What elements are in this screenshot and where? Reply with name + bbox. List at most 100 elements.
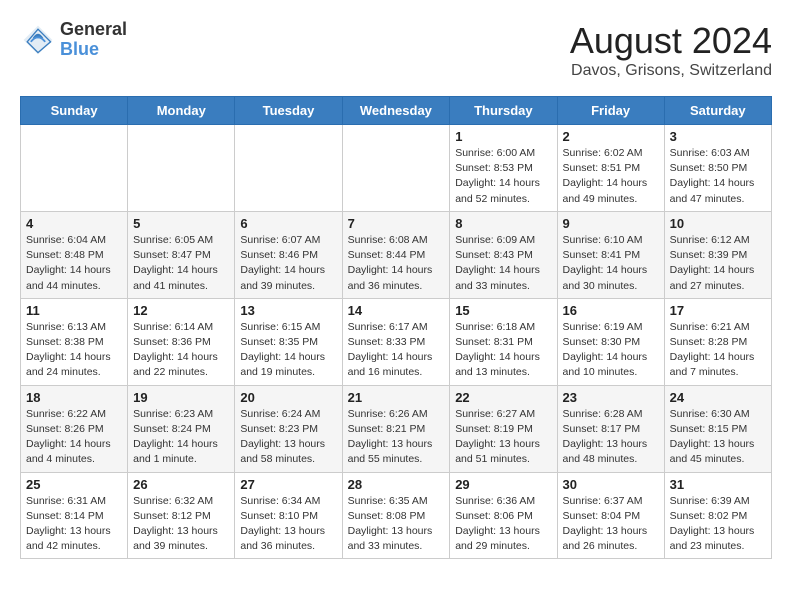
day-info: Sunrise: 6:22 AMSunset: 8:26 PMDaylight:… — [26, 407, 122, 468]
day-cell: 2 Sunrise: 6:02 AMSunset: 8:51 PMDaylight… — [557, 125, 664, 212]
column-header-monday: Monday — [128, 97, 235, 125]
column-header-thursday: Thursday — [450, 97, 557, 125]
week-row-5: 25Sunrise: 6:31 AMSunset: 8:14 PMDayligh… — [21, 472, 772, 559]
day-info: Sunrise: 6:26 AMSunset: 8:21 PMDaylight:… — [348, 407, 445, 468]
day-cell: 28 Sunrise: 6:35 AMSunset: 8:08 PMDayligh… — [342, 472, 450, 559]
day-info: Sunrise: 6:37 AMSunset: 8:04 PMDaylight:… — [563, 494, 659, 555]
day-cell: 22 Sunrise: 6:27 AMSunset: 8:19 PMDayligh… — [450, 385, 557, 472]
calendar-table: SundayMondayTuesdayWednesdayThursdayFrid… — [20, 96, 772, 559]
day-info: Sunrise: 6:27 AMSunset: 8:19 PMDaylight:… — [455, 407, 551, 468]
day-info: Sunrise: 6:30 AMSunset: 8:15 PMDaylight:… — [670, 407, 766, 468]
logo-text: General Blue — [60, 20, 127, 60]
day-info: Sunrise: 6:24 AMSunset: 8:23 PMDaylight:… — [240, 407, 336, 468]
day-cell: 13 Sunrise: 6:15 AMSunset: 8:35 PMDayligh… — [235, 298, 342, 385]
day-number: 27 — [240, 477, 336, 492]
day-number: 24 — [670, 390, 766, 405]
day-cell: 18 Sunrise: 6:22 AMSunset: 8:26 PMDayligh… — [21, 385, 128, 472]
header-row: SundayMondayTuesdayWednesdayThursdayFrid… — [21, 97, 772, 125]
day-info: Sunrise: 6:14 AMSunset: 8:36 PMDaylight:… — [133, 320, 229, 381]
day-cell: 3 Sunrise: 6:03 AMSunset: 8:50 PMDaylight… — [664, 125, 771, 212]
day-number: 8 — [455, 216, 551, 231]
day-cell — [128, 125, 235, 212]
day-number: 20 — [240, 390, 336, 405]
column-header-wednesday: Wednesday — [342, 97, 450, 125]
day-info: Sunrise: 6:08 AMSunset: 8:44 PMDaylight:… — [348, 233, 445, 294]
day-cell: 5 Sunrise: 6:05 AMSunset: 8:47 PMDaylight… — [128, 211, 235, 298]
day-number: 31 — [670, 477, 766, 492]
day-info: Sunrise: 6:10 AMSunset: 8:41 PMDaylight:… — [563, 233, 659, 294]
title-block: August 2024 Davos, Grisons, Switzerland — [570, 20, 772, 80]
logo: General Blue — [20, 20, 127, 60]
day-cell: 11 Sunrise: 6:13 AMSunset: 8:38 PMDayligh… — [21, 298, 128, 385]
day-number: 3 — [670, 129, 766, 144]
day-info: Sunrise: 6:23 AMSunset: 8:24 PMDaylight:… — [133, 407, 229, 468]
day-cell: 30 Sunrise: 6:37 AMSunset: 8:04 PMDayligh… — [557, 472, 664, 559]
calendar-header: SundayMondayTuesdayWednesdayThursdayFrid… — [21, 97, 772, 125]
day-number: 1 — [455, 129, 551, 144]
day-cell — [235, 125, 342, 212]
day-number: 30 — [563, 477, 659, 492]
day-number: 21 — [348, 390, 445, 405]
day-cell: 23 Sunrise: 6:28 AMSunset: 8:17 PMDayligh… — [557, 385, 664, 472]
day-cell: 8 Sunrise: 6:09 AMSunset: 8:43 PMDaylight… — [450, 211, 557, 298]
day-number: 5 — [133, 216, 229, 231]
day-cell: 9 Sunrise: 6:10 AMSunset: 8:41 PMDaylight… — [557, 211, 664, 298]
day-cell: 26Sunrise: 6:32 AMSunset: 8:12 PMDayligh… — [128, 472, 235, 559]
day-number: 2 — [563, 129, 659, 144]
day-number: 18 — [26, 390, 122, 405]
day-info: Sunrise: 6:28 AMSunset: 8:17 PMDaylight:… — [563, 407, 659, 468]
day-number: 9 — [563, 216, 659, 231]
day-cell: 31 Sunrise: 6:39 AMSunset: 8:02 PMDayligh… — [664, 472, 771, 559]
day-info: Sunrise: 6:12 AMSunset: 8:39 PMDaylight:… — [670, 233, 766, 294]
day-info: Sunrise: 6:05 AMSunset: 8:47 PMDaylight:… — [133, 233, 229, 294]
day-number: 12 — [133, 303, 229, 318]
day-cell: 16Sunrise: 6:19 AMSunset: 8:30 PMDayligh… — [557, 298, 664, 385]
day-info: Sunrise: 6:34 AMSunset: 8:10 PMDaylight:… — [240, 494, 336, 555]
day-number: 23 — [563, 390, 659, 405]
day-cell: 29Sunrise: 6:36 AMSunset: 8:06 PMDayligh… — [450, 472, 557, 559]
day-number: 7 — [348, 216, 445, 231]
day-number: 16 — [563, 303, 659, 318]
day-info: Sunrise: 6:09 AMSunset: 8:43 PMDaylight:… — [455, 233, 551, 294]
day-info: Sunrise: 6:02 AMSunset: 8:51 PMDaylight:… — [563, 146, 659, 207]
day-cell: 15Sunrise: 6:18 AMSunset: 8:31 PMDayligh… — [450, 298, 557, 385]
day-info: Sunrise: 6:35 AMSunset: 8:08 PMDaylight:… — [348, 494, 445, 555]
column-header-saturday: Saturday — [664, 97, 771, 125]
day-number: 11 — [26, 303, 122, 318]
day-cell: 27 Sunrise: 6:34 AMSunset: 8:10 PMDayligh… — [235, 472, 342, 559]
day-number: 14 — [348, 303, 445, 318]
day-info: Sunrise: 6:39 AMSunset: 8:02 PMDaylight:… — [670, 494, 766, 555]
day-number: 17 — [670, 303, 766, 318]
day-cell: 12 Sunrise: 6:14 AMSunset: 8:36 PMDayligh… — [128, 298, 235, 385]
day-number: 22 — [455, 390, 551, 405]
day-info: Sunrise: 6:21 AMSunset: 8:28 PMDaylight:… — [670, 320, 766, 381]
day-cell: 1Sunrise: 6:00 AMSunset: 8:53 PMDaylight… — [450, 125, 557, 212]
day-number: 4 — [26, 216, 122, 231]
day-cell: 19 Sunrise: 6:23 AMSunset: 8:24 PMDayligh… — [128, 385, 235, 472]
day-info: Sunrise: 6:03 AMSunset: 8:50 PMDaylight:… — [670, 146, 766, 207]
day-number: 28 — [348, 477, 445, 492]
day-info: Sunrise: 6:13 AMSunset: 8:38 PMDaylight:… — [26, 320, 122, 381]
column-header-friday: Friday — [557, 97, 664, 125]
main-title: August 2024 — [570, 20, 772, 62]
day-cell: 20 Sunrise: 6:24 AMSunset: 8:23 PMDayligh… — [235, 385, 342, 472]
day-number: 19 — [133, 390, 229, 405]
day-cell: 10 Sunrise: 6:12 AMSunset: 8:39 PMDayligh… — [664, 211, 771, 298]
day-cell: 24 Sunrise: 6:30 AMSunset: 8:15 PMDayligh… — [664, 385, 771, 472]
week-row-3: 11 Sunrise: 6:13 AMSunset: 8:38 PMDayligh… — [21, 298, 772, 385]
day-number: 10 — [670, 216, 766, 231]
day-info: Sunrise: 6:18 AMSunset: 8:31 PMDaylight:… — [455, 320, 551, 381]
day-info: Sunrise: 6:07 AMSunset: 8:46 PMDaylight:… — [240, 233, 336, 294]
day-cell: 7 Sunrise: 6:08 AMSunset: 8:44 PMDaylight… — [342, 211, 450, 298]
calendar-body: 1Sunrise: 6:00 AMSunset: 8:53 PMDaylight… — [21, 125, 772, 559]
day-cell — [21, 125, 128, 212]
day-number: 25 — [26, 477, 122, 492]
day-number: 13 — [240, 303, 336, 318]
day-cell: 14 Sunrise: 6:17 AMSunset: 8:33 PMDayligh… — [342, 298, 450, 385]
column-header-sunday: Sunday — [21, 97, 128, 125]
week-row-4: 18 Sunrise: 6:22 AMSunset: 8:26 PMDayligh… — [21, 385, 772, 472]
day-number: 29 — [455, 477, 551, 492]
day-info: Sunrise: 6:15 AMSunset: 8:35 PMDaylight:… — [240, 320, 336, 381]
logo-icon — [20, 22, 56, 58]
day-info: Sunrise: 6:17 AMSunset: 8:33 PMDaylight:… — [348, 320, 445, 381]
